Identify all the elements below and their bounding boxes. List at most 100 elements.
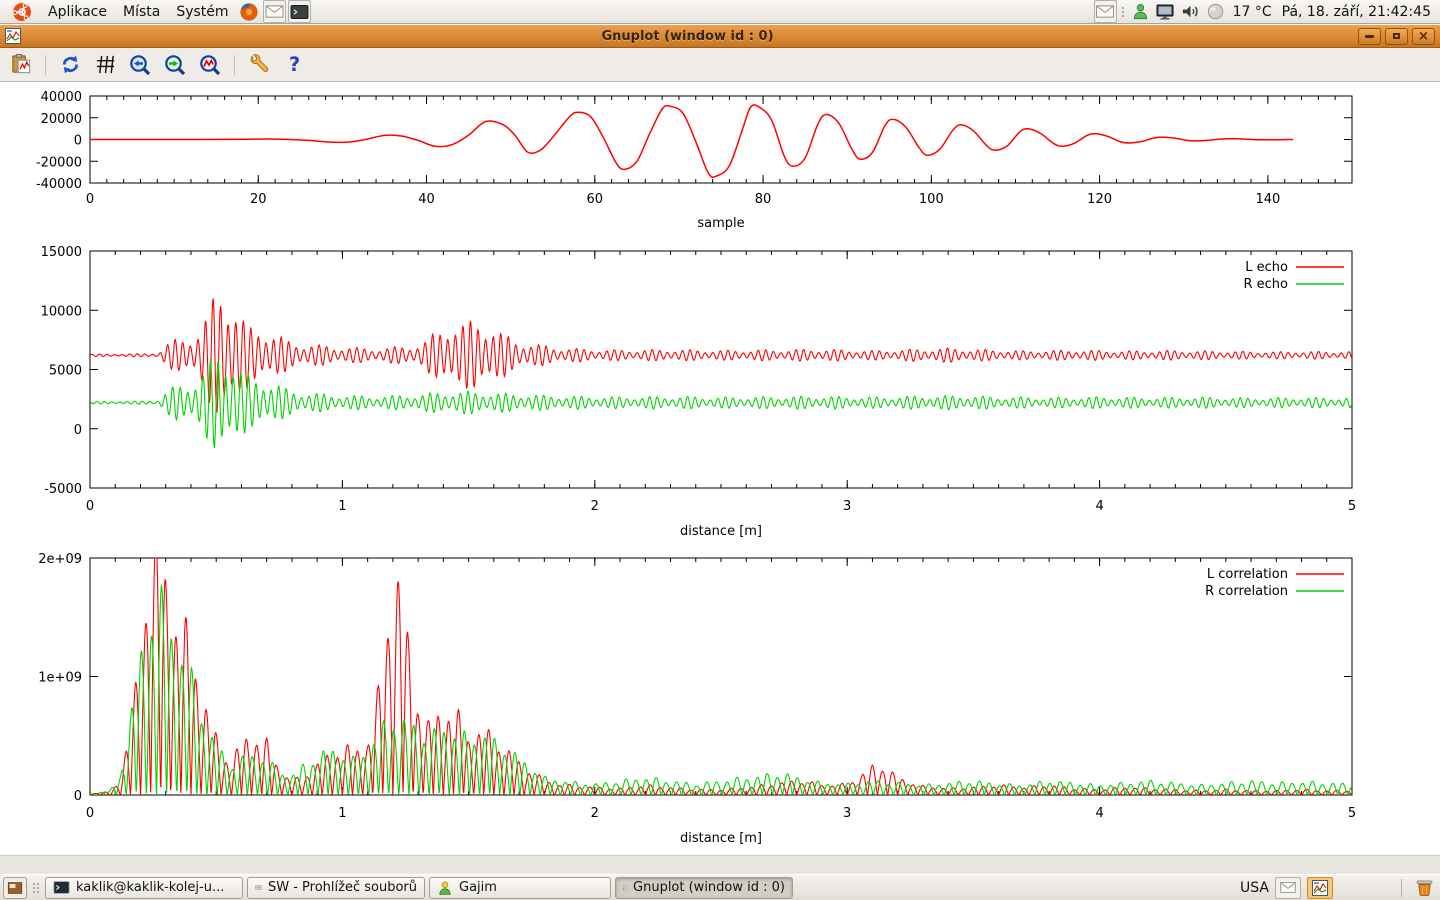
svg-text:20000: 20000 [41,112,82,127]
svg-text:-20000: -20000 [36,155,82,170]
copy-to-clipboard-button[interactable] [8,52,34,78]
svg-text:40: 40 [418,192,435,207]
svg-text:100: 100 [919,192,944,207]
taskbar-window-gajim[interactable]: Gajim [429,877,611,899]
tray-mail-button[interactable] [1275,877,1301,899]
svg-text:4: 4 [1095,499,1103,514]
svg-text:140: 140 [1255,192,1280,207]
svg-text:L echo: L echo [1245,260,1288,275]
show-desktop-button[interactable] [3,877,27,899]
menu-places[interactable]: Místa [115,0,168,23]
terminal-icon[interactable] [288,0,311,23]
svg-text:0: 0 [74,789,82,804]
trash-applet[interactable] [1413,876,1436,899]
panel-left: Aplikace Místa Systém [4,0,312,23]
zoom-next-button[interactable] [162,52,188,78]
toolbar-separator [45,55,46,75]
toolbar-separator [234,55,235,75]
zoom-next-icon [163,53,187,77]
menu-system[interactable]: Systém [168,0,236,23]
svg-text:L correlation: L correlation [1207,567,1288,582]
ubuntu-logo-icon [12,2,32,22]
firefox-icon[interactable] [238,0,261,23]
replot-button[interactable] [57,52,83,78]
taskbar-tray: USA [1240,876,1437,899]
gajim-icon [437,880,453,896]
svg-text:0: 0 [86,806,94,821]
keyboard-layout-indicator[interactable]: USA [1240,880,1269,896]
show-desktop-icon [7,881,23,895]
close-button[interactable]: × [1412,28,1435,45]
desktop-strip [0,855,1440,875]
copy-icon [10,53,33,76]
zoom-previous-button[interactable] [127,52,153,78]
taskbar-window-label: SW - Prohlížeč souborů [268,880,417,895]
tray-gnuplot-button[interactable] [1307,877,1333,899]
chart-3: 01234501e+092e+09distance [m]L correlati… [38,552,1356,846]
taskbar-window-label: kaklik@kaklik-kolej-u... [76,880,224,895]
chart-1: 020406080100120140-40000-200000200004000… [36,90,1352,231]
weather-icon[interactable] [1204,0,1227,23]
maximize-button[interactable] [1385,28,1408,45]
svg-text:10000: 10000 [41,304,82,319]
gnuplot-toolbar: ? [0,48,1440,82]
window-titlebar[interactable]: Gnuplot (window id : 0) × [0,25,1440,48]
panel-applet-handle[interactable] [1122,7,1124,17]
svg-text:120: 120 [1087,192,1112,207]
taskbar-window-terminal[interactable]: kaklik@kaklik-kolej-u... [45,877,243,899]
svg-text:-5000: -5000 [44,482,82,497]
taskbar-window-label: Gnuplot (window id : 0) [633,880,785,895]
taskbar-window-gnuplot[interactable]: Gnuplot (window id : 0) [615,877,793,899]
file-manager-icon [255,880,262,895]
top-panel: Aplikace Místa Systém [0,0,1440,24]
svg-text:15000: 15000 [41,245,82,260]
svg-text:1: 1 [338,499,346,514]
trash-icon [1414,877,1435,898]
svg-text:2e+09: 2e+09 [38,552,82,567]
menu-applications[interactable]: Aplikace [40,0,115,23]
svg-text:sample: sample [697,216,744,231]
volume-icon[interactable] [1179,0,1202,23]
svg-text:3: 3 [843,806,851,821]
help-button[interactable]: ? [281,52,307,78]
svg-text:5000: 5000 [49,364,82,379]
temperature[interactable]: 17 °C [1228,4,1277,20]
user-switcher-icon[interactable] [1129,0,1152,23]
taskbar-window-file-manager[interactable]: SW - Prohlížeč souborů [247,877,425,899]
clock[interactable]: Pá, 18. září, 21:42:45 [1277,4,1436,20]
maximize-icon [1393,33,1400,39]
svg-text:20: 20 [250,192,267,207]
svg-text:2: 2 [591,806,599,821]
refresh-icon [59,53,82,76]
autoscale-icon [198,53,222,77]
terminal-icon [53,880,70,895]
chart-2: 012345-5000050001000015000distance [m]L … [41,245,1357,539]
minimize-icon [1365,35,1374,38]
window-icon [5,28,21,44]
svg-text:80: 80 [755,192,772,207]
svg-text:-40000: -40000 [36,177,82,192]
taskbar-handle[interactable] [33,883,39,893]
svg-text:40000: 40000 [41,90,82,105]
mail-notifier-icon[interactable] [1094,0,1117,23]
svg-text:1e+09: 1e+09 [38,671,82,686]
svg-text:60: 60 [587,192,604,207]
svg-text:3: 3 [843,499,851,514]
gnuplot-icon [623,880,627,896]
autoscale-button[interactable] [197,52,223,78]
wrench-icon [248,53,271,76]
display-icon[interactable] [1154,0,1177,23]
svg-text:4: 4 [1095,806,1103,821]
settings-button[interactable] [246,52,272,78]
svg-text:R correlation: R correlation [1205,584,1288,599]
mail-icon[interactable] [263,0,286,23]
ubuntu-menu-logo[interactable] [4,0,40,23]
gnuplot-charts: 020406080100120140-40000-200000200004000… [0,83,1440,855]
toggle-grid-button[interactable] [92,52,118,78]
svg-text:5: 5 [1348,499,1356,514]
close-icon: × [1418,30,1429,43]
svg-text:distance [m]: distance [m] [680,831,762,846]
minimize-button[interactable] [1358,28,1381,45]
svg-text:0: 0 [86,192,94,207]
svg-text:2: 2 [591,499,599,514]
